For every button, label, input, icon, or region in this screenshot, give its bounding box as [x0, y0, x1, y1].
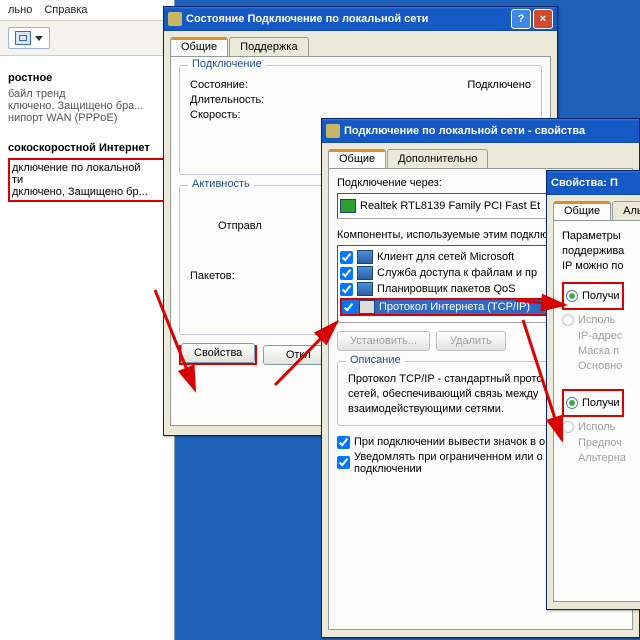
selected-connection-highlight: дключение по локальной ти дключено, Защи… — [8, 158, 166, 202]
adapter-name: Realtek RTL8139 Family PCI Fast Et — [360, 200, 540, 212]
label-gateway: Основно — [578, 360, 640, 372]
network-connections-panel: льно Справка ростное байл тренд ключено,… — [0, 0, 175, 640]
tcpip-properties-window: Свойства: П Общие Аль Параметрыподдержив… — [546, 170, 640, 610]
titlebar[interactable]: Состояние Подключение по локальной сети … — [164, 7, 557, 31]
radio-manual-ip[interactable]: Исполь — [562, 314, 640, 326]
help-button[interactable]: ? — [511, 9, 531, 29]
radio-auto-dns[interactable]: Получи — [566, 397, 620, 409]
group-legend: Описание — [346, 354, 405, 366]
window-title: Свойства: П — [551, 177, 618, 189]
label-preferred-dns: Предпоч — [578, 437, 640, 449]
tab-alternate[interactable]: Аль — [612, 201, 640, 220]
connection-item[interactable]: байл тренд ключено, Защищено бра... нипо… — [8, 88, 166, 124]
client-icon — [357, 250, 373, 264]
service-icon — [357, 266, 373, 280]
label-speed: Скорость: — [190, 109, 241, 121]
label-packets: Пакетов: — [190, 270, 235, 282]
tiles-icon — [15, 31, 31, 45]
menu-item[interactable]: льно — [8, 4, 32, 16]
section-header: ростное — [8, 72, 166, 84]
chevron-down-icon — [35, 36, 43, 41]
toolbar — [0, 21, 174, 56]
label-duration: Длительность: — [190, 94, 264, 106]
radio-icon — [562, 421, 574, 433]
component-checkbox[interactable] — [340, 283, 353, 296]
window-title: Состояние Подключение по локальной сети — [186, 13, 428, 25]
menubar: льно Справка — [0, 0, 174, 21]
tab-general[interactable]: Общие — [553, 201, 611, 220]
radio-icon — [562, 314, 574, 326]
tab-general[interactable]: Общие — [328, 149, 386, 168]
nic-icon — [340, 199, 356, 213]
tab-support[interactable]: Поддержка — [229, 37, 308, 56]
properties-button-highlight: Свойства — [179, 345, 257, 365]
value-state: Подключено — [467, 79, 531, 91]
component-checkbox[interactable] — [342, 301, 355, 314]
label-alternate-dns: Альтерна — [578, 452, 640, 464]
section-header: сокоскоростной Интернет — [8, 142, 166, 154]
label-sent: Отправл — [218, 220, 262, 232]
radio-manual-dns[interactable]: Исполь — [562, 421, 640, 433]
connection-item[interactable]: дключение по локальной ти дключено, Защи… — [12, 162, 162, 198]
radio-icon — [566, 290, 578, 302]
tab-advanced[interactable]: Дополнительно — [387, 149, 488, 168]
properties-button[interactable]: Свойства — [181, 343, 255, 363]
label-ip-address: IP-адрес — [578, 330, 640, 342]
window-icon — [168, 12, 182, 26]
menu-item[interactable]: Справка — [44, 4, 87, 16]
titlebar[interactable]: Свойства: П — [547, 171, 640, 195]
tab-general[interactable]: Общие — [170, 37, 228, 56]
group-legend: Подключение — [188, 58, 266, 70]
label-state: Состояние: — [190, 79, 248, 91]
install-button[interactable]: Установить... — [337, 331, 430, 351]
radio-icon — [566, 397, 578, 409]
window-icon — [326, 124, 340, 138]
titlebar[interactable]: Подключение по локальной сети - свойства — [322, 119, 639, 143]
qos-icon — [357, 282, 373, 296]
component-checkbox[interactable] — [340, 267, 353, 280]
protocol-icon — [359, 300, 375, 314]
uninstall-button[interactable]: Удалить — [436, 331, 506, 351]
view-style-button[interactable] — [8, 27, 50, 49]
close-button[interactable]: × — [533, 9, 553, 29]
label-subnet-mask: Маска п — [578, 345, 640, 357]
group-legend: Активность — [188, 178, 254, 190]
window-title: Подключение по локальной сети - свойства — [344, 125, 585, 137]
radio-auto-ip[interactable]: Получи — [566, 290, 620, 302]
component-checkbox[interactable] — [340, 251, 353, 264]
intro-text: ПараметрыподдерживаIP можно по — [562, 229, 640, 274]
